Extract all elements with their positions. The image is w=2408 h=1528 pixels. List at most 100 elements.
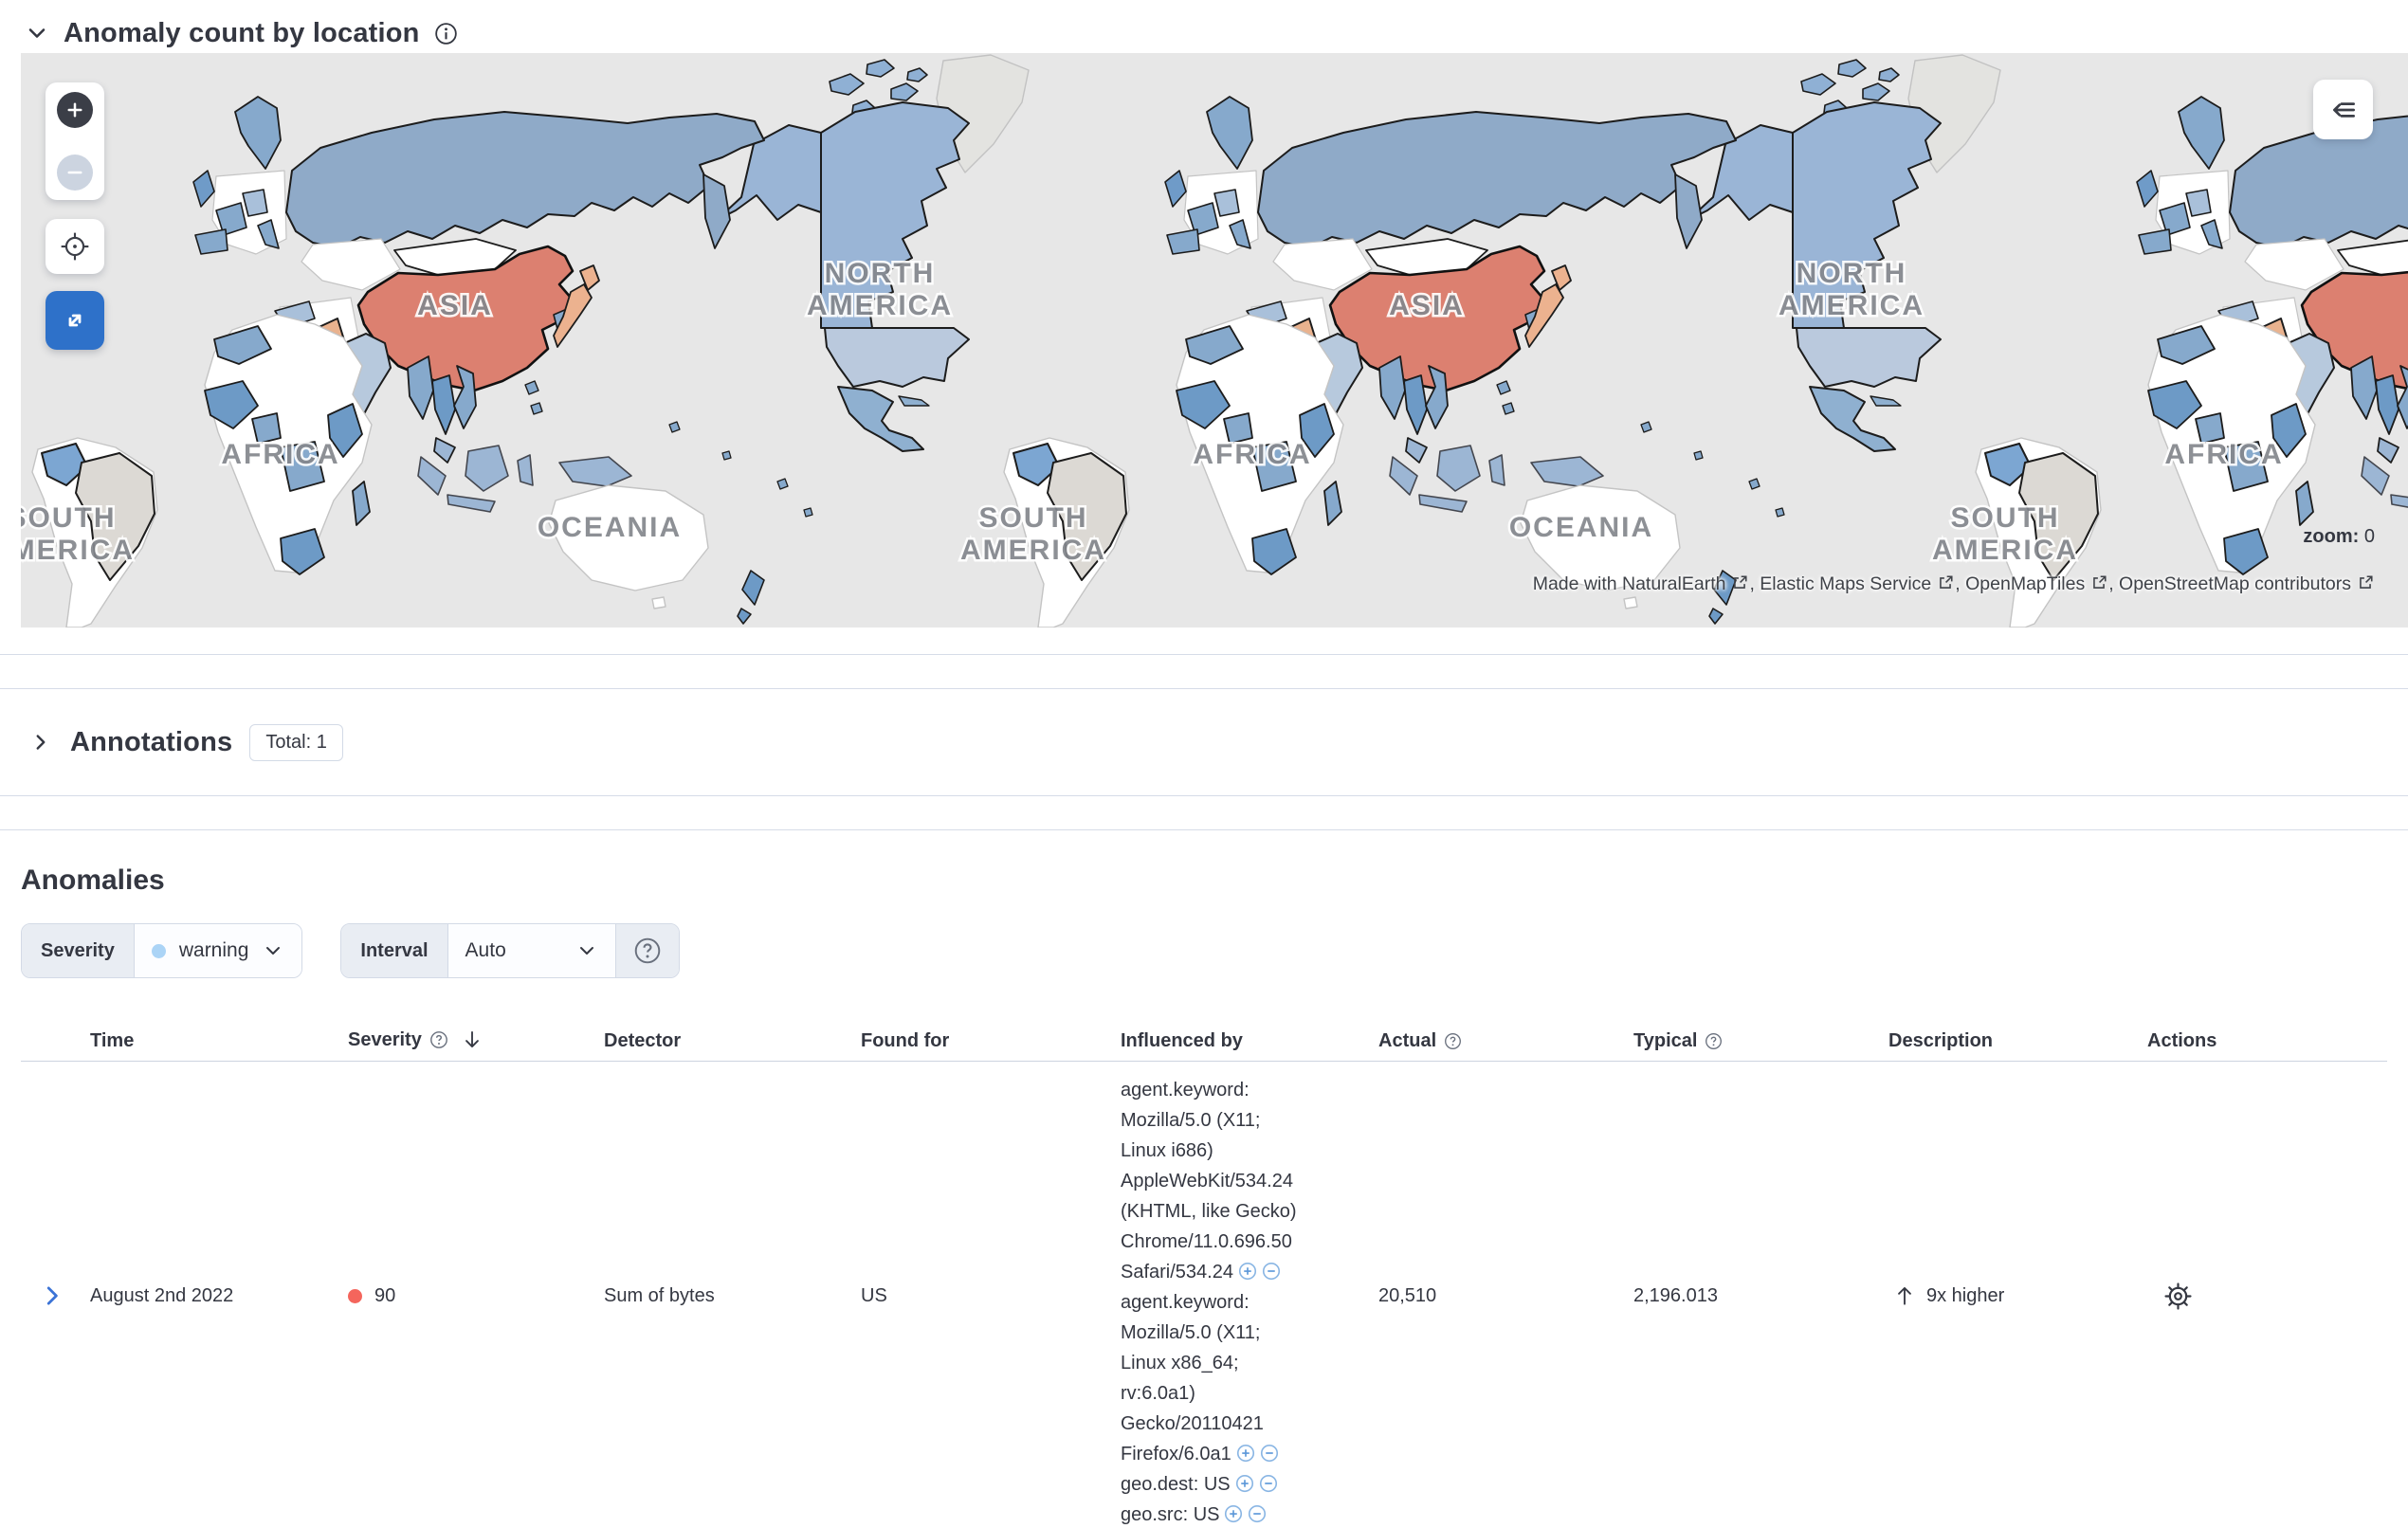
menu-left-icon [2332,101,2355,118]
influencer-line: AppleWebKit/534.24 [1121,1171,1293,1191]
anomaly-map[interactable]: ASIA NORTH AMERICA AFRICA SOUTH AMERICA … [21,53,2408,628]
severity-cell: 90 [348,1285,604,1307]
zoom-indicator: zoom: 0 [2303,526,2375,548]
attribution-openmaptiles-link[interactable]: , OpenMapTiles [1955,573,2085,594]
filter-out-value-button[interactable] [1259,1474,1278,1496]
influencer-line: rv:6.0a1) [1121,1383,1195,1404]
anomalies-table-header: Time Severity Detector Found for Influen… [21,978,2387,1062]
legend-toggle-button[interactable] [2313,80,2373,139]
influencer-line: Gecko/20110421 [1121,1413,1264,1434]
interval-select[interactable]: Auto [447,924,615,977]
minus-in-circle-icon [1262,1262,1281,1281]
filter-for-value-button[interactable] [1238,1262,1257,1283]
help-icon [1706,1033,1723,1049]
actions-cell [2147,1281,2387,1312]
zoom-in-button[interactable] [57,92,93,128]
label-south-america-1: SOUTH [21,502,117,534]
svg-text:OCEANIA: OCEANIA [1509,512,1653,543]
zoom-indicator-value: 0 [2363,526,2375,547]
influencer-line: geo.dest: US [1121,1469,1378,1500]
chevron-down-icon [28,28,46,38]
influenced-by-cell: agent.keyword: Mozilla/5.0 (X11; Linux i… [1121,1075,1378,1528]
row-expand-button[interactable] [38,1282,66,1310]
anomalies-filters: Severity warning Interval Auto [21,923,2408,978]
influencer-line: agent.keyword: [1121,1292,1250,1313]
description-column-header: Description [1888,1030,1994,1051]
expand-map-button[interactable] [46,291,104,350]
label-north-america-1: NORTH [825,258,936,289]
actions-column-header: Actions [2147,1030,2217,1051]
annotations-section-header: Annotations Total: 1 [0,689,2408,795]
severity-filter-group: Severity warning [21,923,303,978]
filter-out-value-button[interactable] [1260,1444,1279,1465]
info-icon[interactable] [433,21,459,46]
map-section-title: Anomaly count by location [64,17,420,48]
typical-column-header: Typical [1633,1030,1888,1052]
svg-text:AFRICA: AFRICA [2164,439,2283,470]
severity-column-header[interactable]: Severity [348,1028,604,1052]
interval-help[interactable] [614,924,679,977]
influencer-line: Chrome/11.0.696.50 [1121,1231,1292,1252]
detector-cell: Sum of bytes [604,1284,715,1306]
label-north-america-2: AMERICA [807,290,953,321]
svg-text:AFRICA: AFRICA [1193,439,1311,470]
annotations-total-badge: Total: 1 [249,723,343,761]
actual-cell: 20,510 [1378,1284,1437,1306]
svg-text:ASIA: ASIA [1389,290,1465,321]
help-icon [634,937,660,964]
attribution-elastic-maps-link[interactable]: , Elastic Maps Service [1749,573,1931,594]
detector-column-header: Detector [604,1030,682,1051]
attribution-openstreetmap-link[interactable]: , OpenStreetMap contributors [2108,573,2351,594]
annotations-title: Annotations [70,726,233,757]
typical-cell: 2,196.013 [1633,1284,1718,1306]
filter-out-value-button[interactable] [1248,1504,1267,1526]
chevron-down-icon [579,947,593,955]
map-section-collapse-button[interactable] [24,20,50,46]
actual-column-header: Actual [1378,1030,1633,1052]
influencer-line: agent.keyword: [1121,1080,1250,1101]
help-icon [1445,1033,1462,1049]
interval-select-value: Auto [465,939,506,961]
severity-filter-value: warning [178,939,249,961]
minus-in-circle-icon [1260,1444,1278,1463]
filter-for-value-button[interactable] [1224,1504,1243,1526]
map-attribution: Made with NaturalEarth , Elastic Maps Ser… [1533,573,2375,597]
choropleth-world-map[interactable]: ASIA NORTH AMERICA AFRICA SOUTH AMERICA … [21,53,2408,628]
plus-in-circle-icon [1236,1444,1254,1463]
anomalies-table: Time Severity Detector Found for Influen… [21,978,2387,1525]
severity-score: 90 [374,1284,396,1306]
actions-gear-button[interactable] [2162,1281,2194,1312]
chevron-right-icon [36,735,46,750]
external-link-icon [1937,574,1954,597]
zoom-out-button[interactable] [57,155,93,191]
gear-icon [2164,1282,2192,1310]
interval-filter-group: Interval Auto [340,923,680,978]
external-link-icon [1731,574,1748,597]
annotations-expand-button[interactable] [28,730,53,755]
crosshair-icon [61,232,89,261]
influencer-line: Mozilla/5.0 (X11; [1121,1322,1261,1343]
filter-for-value-button[interactable] [1235,1474,1254,1496]
filter-for-value-button[interactable] [1236,1444,1255,1465]
time-cell: August 2nd 2022 [90,1284,234,1306]
map-zoom-controls [46,82,104,200]
severity-filter-dropdown[interactable]: warning [134,924,302,977]
svg-text:AMERICA: AMERICA [960,535,1106,566]
influencer-line: geo.src: US [1121,1500,1378,1528]
svg-text:AMERICA: AMERICA [1779,290,1925,321]
filter-out-value-button[interactable] [1262,1262,1281,1283]
row-expander-cell [21,1282,90,1310]
label-oceania: OCEANIA [538,512,682,543]
svg-text:SOUTH: SOUTH [1951,502,2060,534]
sort-descending-icon [465,1030,479,1047]
plus-icon [67,102,82,118]
found-for-column-header: Found for [861,1030,950,1051]
fit-to-data-button[interactable] [59,230,91,263]
attribution-naturalearth-link[interactable]: Made with NaturalEarth [1533,573,1726,594]
plus-in-circle-icon [1235,1474,1253,1493]
description-cell: 9x higher [1888,1283,2147,1308]
description-text: 9x higher [1926,1284,2005,1306]
